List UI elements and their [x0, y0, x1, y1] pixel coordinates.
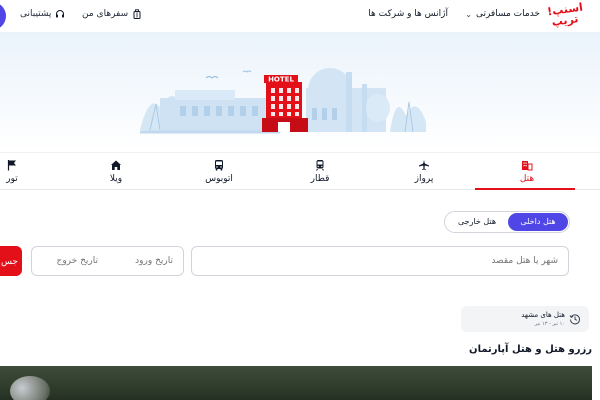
support-label: پشتیبانی	[20, 9, 52, 19]
suitcase-icon	[133, 9, 141, 19]
headset-icon	[56, 10, 65, 18]
city-skyline-illustration: HOTEL	[140, 68, 426, 134]
foreign-hotel-option[interactable]: هتل خارجی	[447, 213, 507, 231]
tab-hotel-label: هتل	[519, 174, 535, 184]
train-icon	[316, 160, 324, 171]
tab-hotel[interactable]: هتل	[497, 159, 557, 189]
hotel-type-toggle: هتل داخلی هتل خارجی	[444, 211, 570, 233]
top-header: اسنپ! تریپ خدمات مسافرتی ⌄ آژانس ها و شر…	[0, 0, 600, 32]
hotel-photo	[0, 366, 592, 400]
nav-agencies-companies[interactable]: آژانس ها و شرکت ها	[368, 9, 448, 19]
logo[interactable]: اسنپ! تریپ	[546, 1, 584, 30]
tab-tour[interactable]: تور	[0, 159, 42, 189]
side-drawer-handle[interactable]	[0, 2, 6, 30]
checkin-date-input[interactable]	[107, 246, 184, 276]
tab-villa-label: ویلا	[109, 174, 123, 184]
support-link[interactable]: پشتیبانی	[20, 9, 65, 19]
tab-flight-label: پرواز	[414, 174, 434, 184]
hero-banner: HOTEL	[0, 32, 600, 152]
recent-search-title: هتل های مشهد	[521, 311, 565, 319]
destination-input[interactable]	[191, 246, 569, 276]
tab-villa[interactable]: ویلا	[86, 159, 146, 189]
nav-travel-services-label: خدمات مسافرتی	[475, 9, 540, 19]
nav-agencies-label: آژانس ها و شرکت ها	[368, 9, 448, 19]
bus-icon	[215, 160, 223, 171]
checkout-date-input[interactable]	[31, 246, 108, 276]
tab-flight[interactable]: پرواز	[394, 159, 454, 189]
plane-icon	[419, 160, 429, 170]
logo-text-bottom: تریپ	[550, 12, 580, 29]
tab-bus[interactable]: اتوبوس	[189, 159, 249, 189]
search-button[interactable]: جس	[0, 246, 22, 276]
tab-train-label: قطار	[310, 174, 330, 184]
chevron-down-icon: ⌄	[465, 9, 472, 19]
domestic-hotel-option[interactable]: هتل داخلی	[508, 213, 568, 231]
my-trips-link[interactable]: سفرهای من	[82, 9, 142, 19]
house-icon	[111, 160, 121, 170]
tab-train[interactable]: قطار	[290, 159, 350, 189]
my-trips-label: سفرهای من	[82, 9, 129, 19]
flag-icon	[7, 160, 16, 171]
tab-tour-label: تور	[6, 174, 18, 184]
active-tab-indicator	[475, 188, 575, 190]
hotel-sign-text: HOTEL	[268, 76, 294, 84]
nav-travel-services[interactable]: خدمات مسافرتی ⌄	[465, 9, 540, 19]
service-tabs: هتل پرواز قطار اتوبوس ویلا تور	[0, 152, 600, 190]
history-icon	[569, 314, 580, 325]
tab-bus-label: اتوبوس	[205, 174, 233, 184]
recent-search-dates: ۱۰ تیر - ۱۳ تیر	[534, 321, 565, 327]
hotel-icon	[522, 161, 533, 171]
section-title: رزرو هتل و هتل آپارتمان	[469, 344, 592, 355]
photo-highlight	[10, 376, 50, 400]
recent-search-card[interactable]: هتل های مشهد ۱۰ تیر - ۱۳ تیر	[461, 306, 589, 332]
